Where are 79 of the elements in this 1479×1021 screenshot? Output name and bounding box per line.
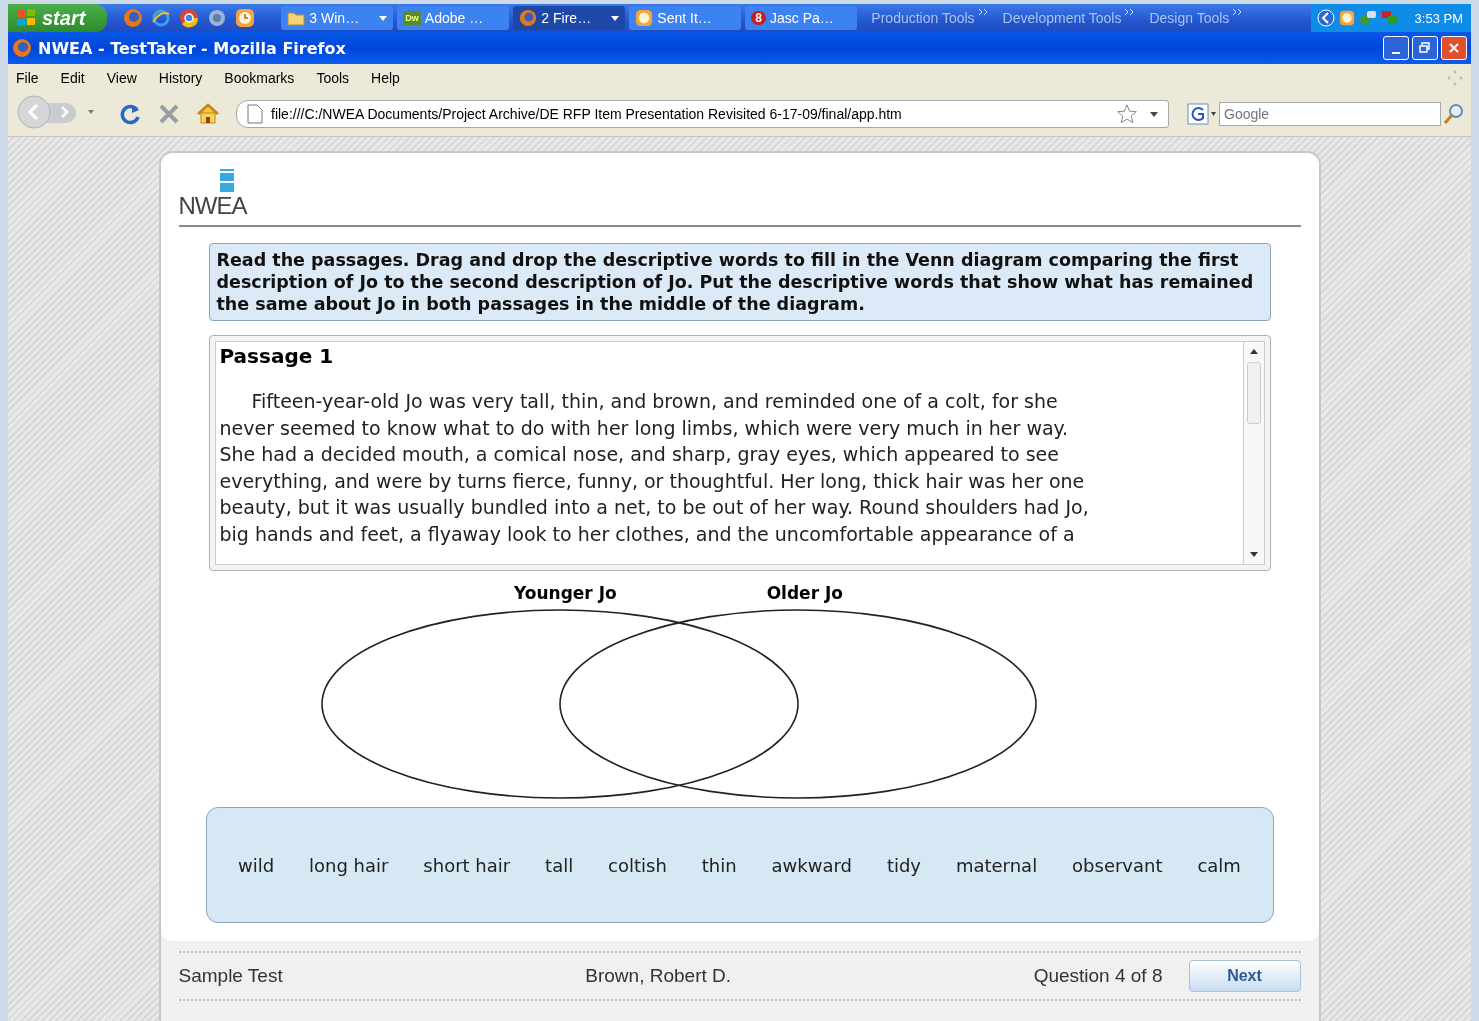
passage-line: big hands and feet, a flyaway look to her clothes, and the uncomfortable appearance of a xyxy=(219,521,1076,547)
venn-circle[interactable] xyxy=(558,609,1037,799)
word-tile[interactable]: thin xyxy=(701,854,737,876)
loading-icon xyxy=(1447,70,1463,86)
windows-logo-icon xyxy=(16,8,36,28)
word-tile[interactable]: calm xyxy=(1197,854,1241,876)
logo: NWEA xyxy=(178,193,247,219)
clock-icon[interactable] xyxy=(1338,10,1355,26)
passage-line: beauty, but it was usually bundled into a net, to be out of her way. Round shoulders had Jo, xyxy=(219,495,1090,521)
clock: 3:53 PM xyxy=(1414,10,1463,26)
word-tile[interactable]: awkward xyxy=(771,854,852,876)
taskbar-button[interactable]: Sent It… xyxy=(629,6,742,30)
passage-title: Passage 1 xyxy=(219,344,335,368)
passage-line: She had a decided mouth, a comical nose, and sharp, gray eyes, which appeared to see xyxy=(219,442,1060,468)
word-tile[interactable]: long hair xyxy=(309,854,389,876)
window-title: NWEA - TestTaker - Mozilla Firefox xyxy=(38,38,346,58)
close-button[interactable] xyxy=(1441,36,1467,60)
taskbar-button[interactable]: 2 Fire… xyxy=(513,6,626,30)
word-tile[interactable]: observant xyxy=(1072,854,1163,876)
star-icon[interactable] xyxy=(1116,103,1138,125)
menu-item[interactable]: Edit xyxy=(60,70,85,86)
taskbar-button[interactable]: 8 Jasc Pa… xyxy=(745,6,858,30)
restore-button[interactable] xyxy=(1412,36,1438,60)
word-tile[interactable]: short hair xyxy=(423,854,511,876)
word-tile[interactable]: wild xyxy=(237,854,275,876)
folder-icon xyxy=(287,10,306,26)
passage-line: everything, and were by turns fierce, funny, or thoughtful. Her long, thick hair was her one xyxy=(219,468,1086,494)
minimize-icon xyxy=(1392,52,1400,54)
page-icon xyxy=(247,104,263,124)
instructions-text: Read the passages. Drag and drop the descriptive words to fill in the Venn diagram comparing the first description of Jo to the second description of Jo. Put the descriptive words that show what has remained the same about Jo in both passages in the middle of the diagram. xyxy=(216,249,1255,315)
word-tile[interactable]: tidy xyxy=(886,854,921,876)
search-icon[interactable] xyxy=(1443,103,1465,125)
menu-item[interactable]: File xyxy=(16,70,39,86)
logo-mark-icon xyxy=(218,169,235,193)
chevron-icon[interactable] xyxy=(1125,9,1136,17)
restore-icon xyxy=(1419,42,1431,54)
venn-circle[interactable] xyxy=(320,609,799,799)
close-icon xyxy=(1449,43,1459,53)
passage-line: Fifteen-year-old Jo was very tall, thin, and brown, and reminded one of a colt, for she xyxy=(250,389,1059,414)
menu-item[interactable]: Bookmarks xyxy=(224,70,295,86)
next-button[interactable]: Next xyxy=(1188,960,1301,992)
word-tile[interactable]: tall xyxy=(545,854,574,876)
scrollbar[interactable] xyxy=(1242,341,1265,565)
e-icon[interactable] xyxy=(151,8,172,28)
minimize-button[interactable] xyxy=(1383,36,1409,60)
circle-label: Older Jo xyxy=(766,583,843,603)
clock-icon[interactable] xyxy=(235,8,256,28)
scroll-thumb[interactable] xyxy=(1246,362,1261,424)
app-logo-icon: 8 xyxy=(751,11,767,25)
test-name: Sample Test xyxy=(178,965,283,987)
circle-icon[interactable] xyxy=(179,8,200,28)
search-engine-icon[interactable] xyxy=(1187,103,1217,125)
address-bar[interactable]: file:///C:/NWEA Documents/Project Archive/DE RFP Item Presentation Revisited 6-17-09/final/app.htm xyxy=(236,100,1169,128)
taskbar-button[interactable]: 3 Win… xyxy=(281,6,394,30)
menu-item[interactable]: Help xyxy=(371,70,400,86)
word-tile[interactable]: coltish xyxy=(608,854,667,876)
chevron-icon[interactable] xyxy=(978,9,989,17)
passage-line: never seemed to know what to do with her long limbs, which were very much in her way. xyxy=(219,415,1070,441)
reload-icon[interactable] xyxy=(118,102,142,126)
globe-icon xyxy=(519,9,538,27)
globe-icon xyxy=(12,38,32,58)
clock-icon xyxy=(635,9,654,27)
globe-icon[interactable] xyxy=(123,8,144,28)
circle-label: Younger Jo xyxy=(514,583,617,603)
student-name: Brown, Robert D. xyxy=(585,965,732,987)
search-field[interactable]: Google xyxy=(1219,102,1441,126)
word-tile[interactable]: maternal xyxy=(955,854,1038,876)
chat-icon[interactable] xyxy=(1358,10,1377,26)
dropdown-icon[interactable] xyxy=(1150,111,1158,117)
taskbar-button[interactable]: Dw Adobe … xyxy=(397,6,510,30)
stop-icon[interactable] xyxy=(158,103,180,125)
menu-item[interactable]: History xyxy=(158,70,203,86)
home-icon[interactable] xyxy=(196,103,220,125)
question-counter: Question 4 of 8 xyxy=(1033,965,1163,987)
menu-item[interactable]: View xyxy=(106,70,137,86)
start-button[interactable]: start xyxy=(8,4,108,32)
app-logo-icon: Dw xyxy=(403,11,421,25)
menu-item[interactable]: Tools xyxy=(316,70,350,86)
chevron-icon[interactable] xyxy=(1233,9,1244,17)
